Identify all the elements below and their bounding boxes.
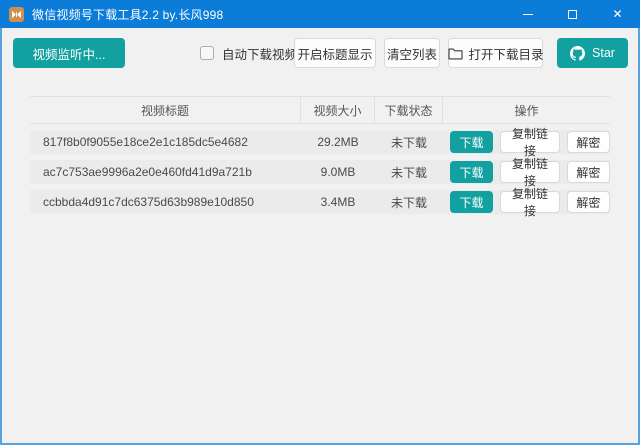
table-row: ac7c753ae9996a2e0e460fd41d9a721b 9.0MB 未…: [30, 160, 610, 184]
close-icon: ✕: [612, 8, 622, 20]
header-operations: 操作: [443, 97, 610, 123]
table-header-row: 视频标题 视频大小 下载状态 操作: [30, 96, 610, 124]
app-window: 微信视频号下载工具2.2 by.长风998 ✕ 视频监听中... 自动下载视频 …: [0, 0, 640, 445]
auto-download-checkbox[interactable]: [200, 46, 214, 60]
open-download-dir-label: 打开下载目录: [469, 44, 544, 63]
video-size: 9.0MB: [301, 165, 375, 179]
minimize-icon: [523, 14, 533, 15]
video-size: 3.4MB: [301, 195, 375, 209]
folder-icon: [448, 47, 463, 60]
video-title: 817f8b0f9055e18ce2e1c185dc5e4682: [30, 135, 301, 149]
download-button[interactable]: 下载: [450, 131, 493, 153]
maximize-icon: [568, 10, 577, 19]
open-download-dir-button[interactable]: 打开下载目录: [448, 38, 543, 68]
minimize-button[interactable]: [505, 0, 550, 28]
table-row: ccbbda4d91c7dc6375d63b989e10d850 3.4MB 未…: [30, 190, 610, 214]
auto-download-group: 自动下载视频: [200, 38, 297, 68]
auto-download-label: 自动下载视频: [222, 44, 297, 63]
github-star-button[interactable]: Star: [557, 38, 628, 68]
download-status: 未下载: [375, 164, 443, 181]
video-title: ac7c753ae9996a2e0e460fd41d9a721b: [30, 165, 301, 179]
github-icon: [570, 46, 585, 61]
row-operations: 下载 复制链接 解密: [443, 161, 610, 183]
butterfly-icon: [11, 9, 22, 20]
row-operations: 下载 复制链接 解密: [443, 131, 610, 153]
decrypt-button[interactable]: 解密: [567, 131, 610, 153]
close-button[interactable]: ✕: [595, 0, 640, 28]
window-title: 微信视频号下载工具2.2 by.长风998: [32, 6, 223, 23]
download-button[interactable]: 下载: [450, 161, 493, 183]
copy-link-button[interactable]: 复制链接: [500, 191, 560, 213]
github-star-label: Star: [592, 46, 615, 60]
header-video-title: 视频标题: [30, 97, 301, 123]
content-area: 视频监听中... 自动下载视频 开启标题显示 清空列表 打开下载目录 Star …: [2, 28, 638, 443]
video-size: 29.2MB: [301, 135, 375, 149]
download-status: 未下载: [375, 194, 443, 211]
copy-link-button[interactable]: 复制链接: [500, 161, 560, 183]
download-status: 未下载: [375, 134, 443, 151]
toggle-title-display-button[interactable]: 开启标题显示: [294, 38, 376, 68]
copy-link-button[interactable]: 复制链接: [500, 131, 560, 153]
decrypt-button[interactable]: 解密: [567, 161, 610, 183]
window-controls: ✕: [505, 0, 640, 28]
video-title: ccbbda4d91c7dc6375d63b989e10d850: [30, 195, 301, 209]
table-row: 817f8b0f9055e18ce2e1c185dc5e4682 29.2MB …: [30, 130, 610, 154]
header-download-status: 下载状态: [375, 97, 443, 123]
clear-list-button[interactable]: 清空列表: [384, 38, 440, 68]
download-button[interactable]: 下载: [450, 191, 493, 213]
app-icon: [9, 7, 24, 22]
decrypt-button[interactable]: 解密: [567, 191, 610, 213]
maximize-button[interactable]: [550, 0, 595, 28]
video-table: 视频标题 视频大小 下载状态 操作 817f8b0f9055e18ce2e1c1…: [30, 96, 610, 214]
video-listening-button[interactable]: 视频监听中...: [13, 38, 125, 68]
header-video-size: 视频大小: [301, 97, 375, 123]
title-bar: 微信视频号下载工具2.2 by.长风998 ✕: [0, 0, 640, 28]
row-operations: 下载 复制链接 解密: [443, 191, 610, 213]
